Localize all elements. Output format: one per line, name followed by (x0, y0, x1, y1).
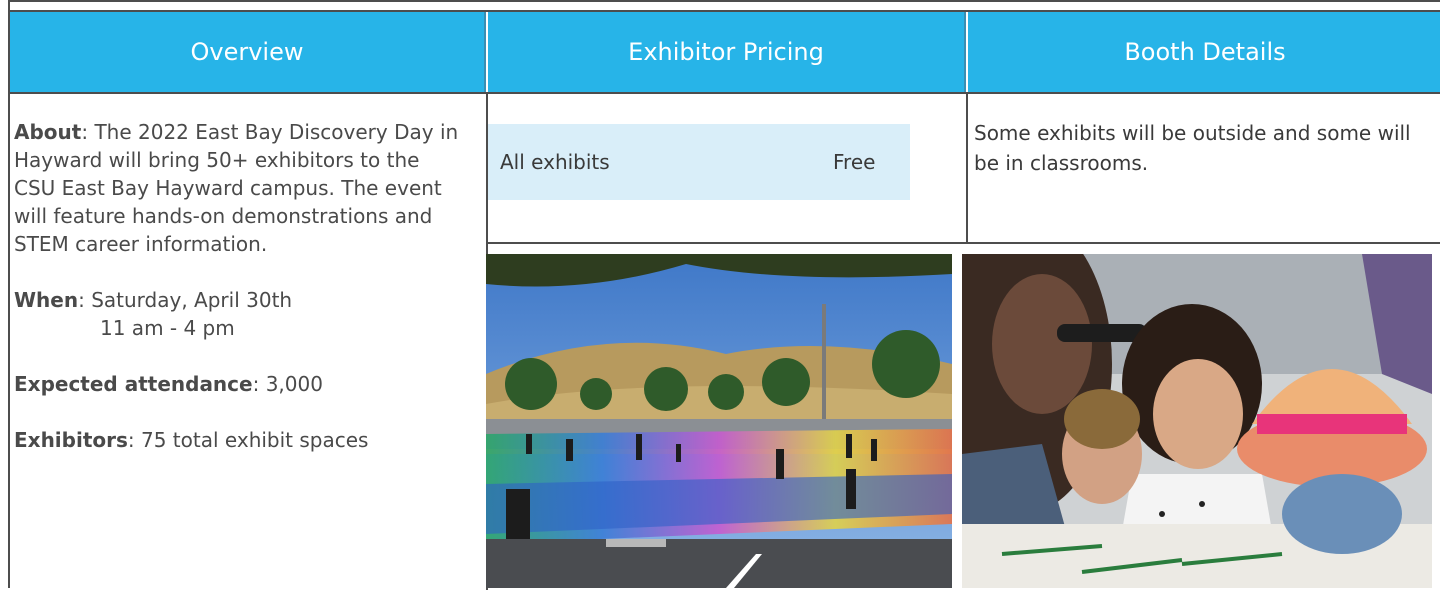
header-overview: Overview (10, 12, 486, 92)
about-text: : The 2022 East Bay Discovery Day in Hay… (14, 120, 459, 256)
attendance-label: Expected attendance (14, 372, 253, 396)
outdoor-event-image (486, 254, 952, 588)
header-divider (10, 92, 1440, 94)
attendance-paragraph: Expected attendance: 3,000 (14, 370, 464, 398)
header-booth-details: Booth Details (968, 12, 1440, 92)
booth-details-text: Some exhibits will be outside and some w… (974, 121, 1411, 175)
about-paragraph: About: The 2022 East Bay Discovery Day i… (14, 118, 464, 258)
overview-cell: About: The 2022 East Bay Discovery Day i… (14, 118, 464, 482)
when-label: When (14, 288, 79, 312)
attendance-text: : 3,000 (252, 372, 323, 396)
outdoor-event-photo (486, 254, 952, 588)
header-exhibitor-pricing: Exhibitor Pricing (488, 12, 966, 92)
pricing-row: All exhibits Free (488, 124, 910, 200)
when-paragraph: When: Saturday, April 30th 11 am - 4 pm (14, 286, 464, 342)
when-text: : Saturday, April 30th (78, 288, 293, 312)
exhibitors-paragraph: Exhibitors: 75 total exhibit spaces (14, 426, 464, 454)
row-divider (488, 242, 1440, 244)
indoor-activity-image (962, 254, 1432, 588)
exhibitors-text: : 75 total exhibit spaces (127, 428, 369, 452)
when-time: 11 am - 4 pm (100, 316, 235, 340)
indoor-activity-photo (962, 254, 1432, 588)
pricing-row-value: Free (833, 150, 876, 174)
column-divider-2 (966, 94, 968, 244)
exhibitors-label: Exhibitors (14, 428, 128, 452)
pricing-row-label: All exhibits (500, 150, 610, 174)
about-label: About (14, 120, 82, 144)
